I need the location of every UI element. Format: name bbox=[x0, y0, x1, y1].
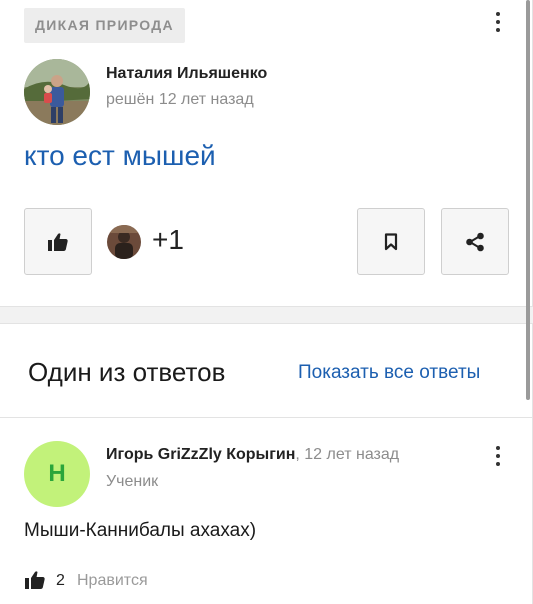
answer-like-count: 2 bbox=[56, 572, 65, 589]
answer-time: , 12 лет назад bbox=[295, 446, 400, 463]
more-vertical-icon[interactable] bbox=[488, 9, 508, 35]
divider bbox=[0, 417, 532, 418]
author-name[interactable]: Наталия Ильяшенко bbox=[106, 65, 267, 83]
liker-avatar[interactable] bbox=[107, 225, 141, 259]
like-count: +1 bbox=[152, 224, 184, 255]
more-vertical-icon[interactable] bbox=[488, 443, 508, 469]
answers-card: Один из ответов Показать все ответы Н Иг… bbox=[0, 324, 533, 604]
question-card: ДИКАЯ ПРИРОДА Наталия Ильяшенко решён 12… bbox=[0, 0, 533, 306]
bookmark-button[interactable] bbox=[357, 208, 425, 275]
like-button[interactable] bbox=[24, 208, 92, 275]
answers-header: Один из ответов bbox=[28, 357, 226, 387]
section-divider bbox=[0, 306, 533, 324]
category-tag[interactable]: ДИКАЯ ПРИРОДА bbox=[24, 8, 185, 43]
scrollbar[interactable] bbox=[526, 0, 530, 400]
question-status: решён 12 лет назад bbox=[106, 91, 254, 108]
answer-author-role: Ученик bbox=[106, 473, 159, 490]
thumb-up-icon[interactable] bbox=[24, 570, 46, 590]
answer-text: Мыши-Каннибалы ахахах) bbox=[24, 520, 257, 541]
answer-author-name[interactable]: Игорь GriZzZly Корыгин bbox=[106, 446, 295, 463]
thumb-up-icon bbox=[48, 232, 68, 251]
answer-avatar[interactable]: Н bbox=[24, 441, 90, 507]
question-title[interactable]: кто ест мышей bbox=[24, 140, 216, 172]
answer-author-line: Игорь GriZzZly Корыгин, 12 лет назад bbox=[106, 446, 399, 464]
answer-like-button[interactable]: Нравится bbox=[77, 572, 148, 590]
show-all-answers-link[interactable]: Показать все ответы bbox=[298, 362, 480, 384]
share-button[interactable] bbox=[441, 208, 509, 275]
avatar[interactable] bbox=[24, 59, 90, 125]
share-icon bbox=[466, 232, 484, 251]
bookmark-icon bbox=[384, 232, 398, 250]
